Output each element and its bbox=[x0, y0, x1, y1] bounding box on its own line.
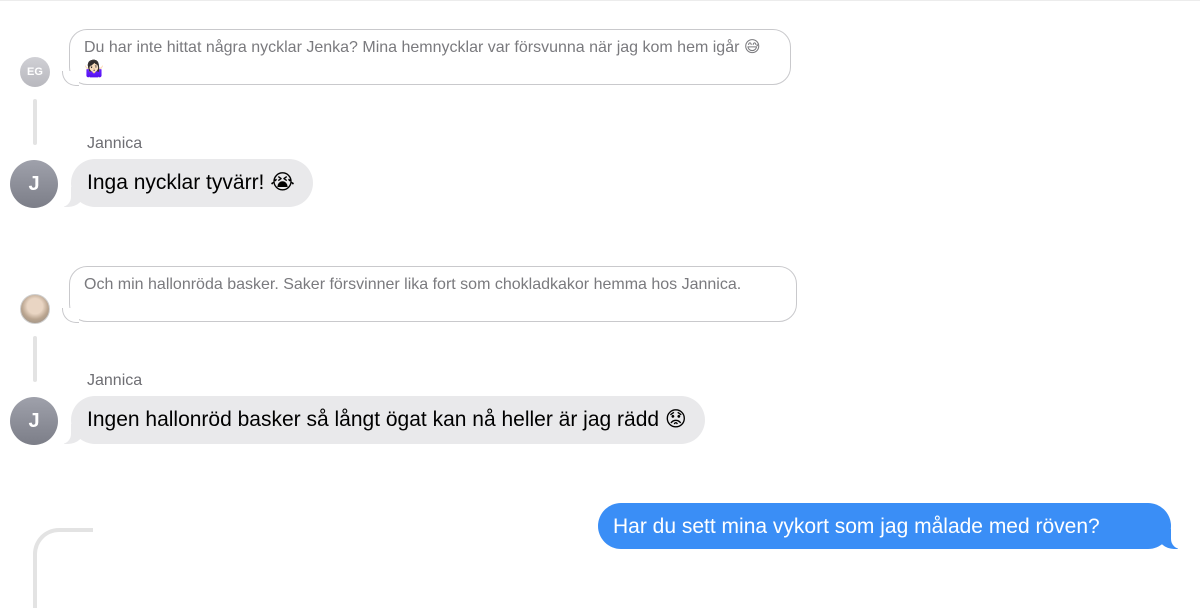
reply-quote-2-text: Och min hallonröda basker. Saker försvin… bbox=[84, 276, 742, 293]
sender-name-2: Jannica bbox=[87, 372, 143, 389]
avatar-jannica-1[interactable]: J bbox=[10, 160, 58, 208]
thread-line-1 bbox=[33, 99, 37, 145]
incoming-bubble-1-text: Inga nycklar tyvärr! 😭 bbox=[87, 171, 295, 194]
incoming-bubble-1[interactable]: Inga nycklar tyvärr! 😭 bbox=[61, 159, 313, 207]
reply-quote-1-text: Du har inte hittat några nycklar Jenka? … bbox=[84, 39, 761, 78]
incoming-bubble-2-text: Ingen hallonröd basker så långt ögat kan… bbox=[87, 408, 687, 431]
outgoing-bubble[interactable]: Har du sett mina vykort som jag målade m… bbox=[598, 503, 1181, 549]
sender-name-1: Jannica bbox=[87, 135, 143, 152]
reply-quote-2[interactable]: Och min hallonröda basker. Saker försvin… bbox=[62, 266, 797, 323]
avatar-eg[interactable]: EG bbox=[20, 57, 50, 87]
reply-quote-1[interactable]: Du har inte hittat några nycklar Jenka? … bbox=[62, 29, 791, 86]
thread-line-arc bbox=[33, 528, 93, 608]
top-divider bbox=[0, 0, 1200, 1]
avatar-jannica-2[interactable]: J bbox=[10, 397, 58, 445]
avatar-photo[interactable] bbox=[20, 294, 50, 324]
outgoing-bubble-text: Har du sett mina vykort som jag målade m… bbox=[613, 515, 1100, 538]
thread-line-2 bbox=[33, 336, 37, 382]
incoming-bubble-2[interactable]: Ingen hallonröd basker så långt ögat kan… bbox=[61, 396, 705, 444]
